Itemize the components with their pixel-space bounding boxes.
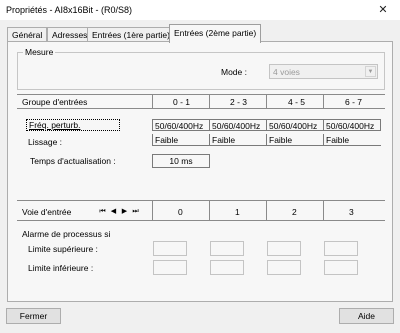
limite-inf-field[interactable] <box>324 260 358 275</box>
aide-button[interactable]: Aide <box>339 308 394 324</box>
limite-sup-field[interactable] <box>210 241 244 256</box>
limite-inf-field[interactable] <box>267 260 301 275</box>
tab-adresses[interactable]: Adresses <box>47 27 93 42</box>
col-divider <box>323 94 324 108</box>
freq-label: Fréq. perturb. <box>29 120 81 130</box>
tab-entrees-2[interactable]: Entrées (2ème partie) <box>169 24 262 43</box>
tab-general[interactable]: Général <box>7 27 48 42</box>
column-header: 0 - 1 <box>173 97 191 107</box>
limite-sup-field[interactable] <box>153 241 187 256</box>
limite-sup-field[interactable] <box>267 241 301 256</box>
grid-header-line <box>17 108 385 109</box>
voie-label: Voie d'entrée <box>22 207 72 217</box>
last-icon[interactable]: ⏭ <box>131 206 140 217</box>
first-icon[interactable]: ⏮ <box>98 206 107 217</box>
next-icon[interactable]: ▶ <box>120 206 129 217</box>
voie-value: 0 <box>178 207 183 217</box>
grid-voie-bottom-line <box>17 220 385 221</box>
limite-inf-field[interactable] <box>153 260 187 275</box>
lissage-select-3[interactable]: Faible <box>323 134 381 146</box>
window-title: Propriétés - AI8x16Bit - (R0/S8) <box>6 5 133 15</box>
voie-value: 1 <box>235 207 240 217</box>
lissage-select-2[interactable]: Faible <box>266 134 324 146</box>
mode-select[interactable]: 4 voies ▼ <box>269 64 378 79</box>
fermer-button[interactable]: Fermer <box>6 308 61 324</box>
col-divider <box>266 200 267 220</box>
mode-label: Mode : <box>221 67 247 77</box>
col-divider <box>209 200 210 220</box>
voie-value: 2 <box>292 207 297 217</box>
col-divider <box>209 94 210 108</box>
grid-top-line <box>17 94 385 95</box>
freq-select-0[interactable]: 50/60/400Hz <box>152 119 210 131</box>
freq-label-focus[interactable]: Fréq. perturb. <box>26 119 120 131</box>
column-header: 6 - 7 <box>345 97 363 107</box>
col-divider <box>152 94 153 108</box>
tab-entrees-1[interactable]: Entrées (1ère partie) <box>87 27 175 42</box>
freq-select-1[interactable]: 50/60/400Hz <box>209 119 267 131</box>
lissage-label: Lissage : <box>28 137 63 147</box>
freq-select-2[interactable]: 50/60/400Hz <box>266 119 324 131</box>
temps-select[interactable]: 10 ms <box>152 154 210 168</box>
lissage-select-0[interactable]: Faible <box>152 134 210 146</box>
group-header: Groupe d'entrées <box>22 97 88 107</box>
col-divider <box>266 94 267 108</box>
col-divider <box>152 200 153 220</box>
tab-panel: Mesure Mode : 4 voies ▼ Groupe d'entrées… <box>7 41 393 302</box>
column-header: 4 - 5 <box>288 97 306 107</box>
limite-sup-label: Limite supérieure : <box>28 244 98 254</box>
lissage-select-1[interactable]: Faible <box>209 134 267 146</box>
col-divider <box>323 200 324 220</box>
column-header: 2 - 3 <box>230 97 248 107</box>
limite-inf-field[interactable] <box>210 260 244 275</box>
grid-voie-top-line <box>17 200 385 201</box>
voie-value: 3 <box>349 207 354 217</box>
close-icon[interactable]: ✕ <box>366 0 400 21</box>
alarme-title: Alarme de processus si <box>22 229 111 239</box>
mesure-legend: Mesure <box>23 47 56 57</box>
mode-value: 4 voies <box>273 67 300 77</box>
title-bar: Propriétés - AI8x16Bit - (R0/S8) ✕ <box>0 0 400 21</box>
chevron-down-icon: ▼ <box>365 66 376 77</box>
limite-sup-field[interactable] <box>324 241 358 256</box>
freq-select-3[interactable]: 50/60/400Hz <box>323 119 381 131</box>
limite-inf-label: Limite inférieure : <box>28 263 94 273</box>
prev-icon[interactable]: ◀ <box>109 206 118 217</box>
temps-label: Temps d'actualisation : <box>30 156 116 166</box>
